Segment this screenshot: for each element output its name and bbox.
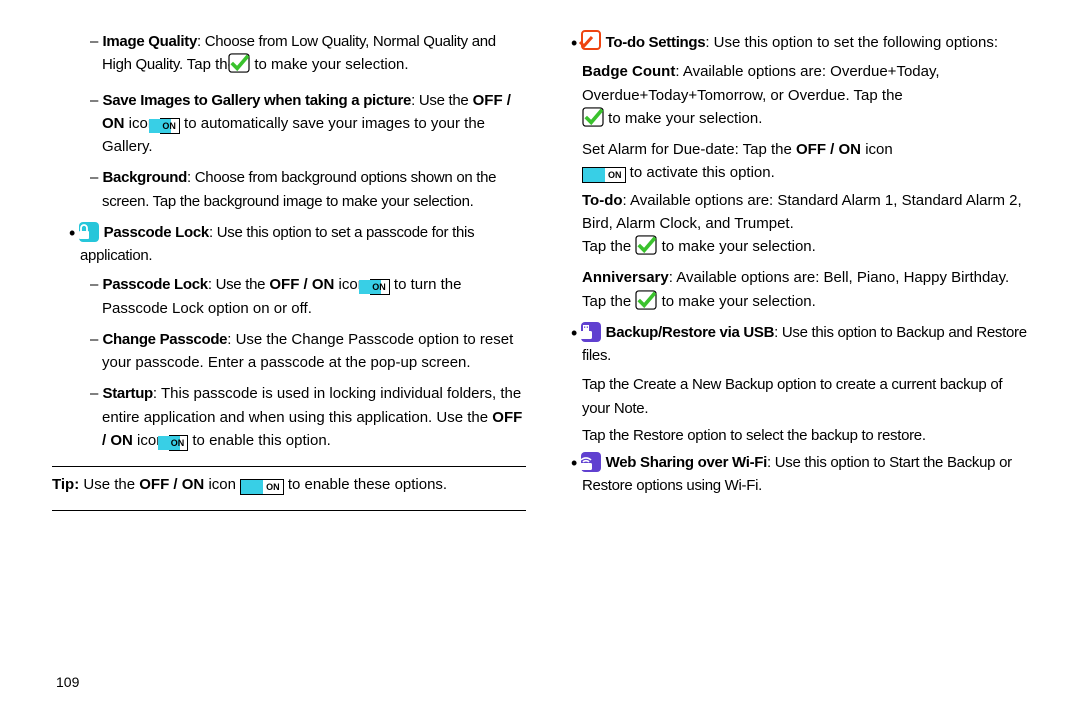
divider — [52, 510, 526, 511]
item-background: – Background: Choose from background opt… — [52, 166, 526, 213]
text: icon — [865, 141, 893, 158]
item-todo-settings: • To-do Settings: Use this option to set… — [554, 30, 1028, 54]
divider — [52, 466, 526, 467]
item-todo-alarm: To-do: Available options are: Standard A… — [554, 189, 1028, 263]
checkmark-icon — [582, 107, 604, 134]
item-change-passcode: – Change Passcode: Use the Change Passco… — [52, 328, 526, 375]
text: to make your selection. — [662, 293, 816, 310]
item-web-sharing: • Web Sharing over Wi-Fi: Use this optio… — [554, 451, 1028, 498]
text: Tap the — [854, 87, 903, 104]
text: Set Alarm for Due-date: Tap the — [582, 141, 792, 158]
text: Use the — [436, 409, 488, 426]
item-passcode-lock-toggle: – Passcode Lock: Use the OFF / ON icon O… — [52, 273, 526, 320]
checkmark-icon — [240, 53, 250, 80]
checkmark-icon — [635, 290, 657, 317]
item-anniversary: Anniversary: Available options are: Bell… — [554, 266, 1028, 317]
item-image-quality: – Image Quality: Choose from Low Quality… — [52, 30, 526, 81]
off-on-label: OFF / ON — [269, 276, 334, 293]
on-toggle-icon: ON — [582, 167, 626, 183]
label: Save Images to Gallery when taking a pic… — [103, 92, 412, 109]
item-passcode-lock: • Passcode Lock: Use this option to set … — [52, 221, 526, 268]
label: Passcode Lock — [103, 276, 208, 293]
on-toggle-icon: ON — [169, 435, 189, 451]
label: Passcode Lock — [104, 224, 209, 241]
right-column: • To-do Settings: Use this option to set… — [540, 30, 1042, 700]
label: Change Passcode — [103, 331, 228, 348]
tip-line: Tip: Use the OFF / ON icon ON to enable … — [52, 473, 526, 496]
text: Tap the — [582, 293, 631, 310]
left-column: – Image Quality: Choose from Low Quality… — [38, 30, 540, 700]
text: Tap the — [582, 238, 631, 255]
manual-page: – Image Quality: Choose from Low Quality… — [0, 0, 1080, 720]
label: Startup — [103, 385, 153, 402]
item-set-alarm: Set Alarm for Due-date: Tap the OFF / ON… — [554, 138, 1028, 185]
lock-icon — [79, 222, 99, 242]
text: : Use this option to set the following o… — [705, 34, 998, 51]
checkmark-icon — [635, 235, 657, 262]
label: Background — [103, 169, 188, 186]
text: : Available options are: Standard Alarm … — [582, 192, 1022, 232]
label: To-do — [582, 192, 623, 209]
label: To-do Settings — [606, 34, 706, 51]
text: : Use the — [411, 92, 468, 109]
text: to enable these options. — [288, 476, 447, 493]
label: Backup/Restore via USB — [606, 324, 774, 341]
wifi-icon — [581, 452, 601, 472]
item-badge-count: Badge Count: Available options are: Over… — [554, 60, 1028, 134]
usb-icon — [581, 322, 601, 342]
item-startup: – Startup: This passcode is used in lock… — [52, 382, 526, 452]
text: to make your selection. — [254, 56, 408, 73]
text: Use the — [83, 476, 135, 493]
text: : Available options are: Bell, Piano, Ha… — [669, 269, 1009, 286]
text: to make your selection. — [608, 110, 762, 127]
on-toggle-icon: ON — [370, 279, 390, 295]
text: to enable this option. — [192, 432, 330, 449]
text: icon — [208, 476, 236, 493]
text: Tap the Create a New Backup option to cr… — [554, 373, 1028, 420]
text: to activate this option. — [630, 164, 775, 181]
text: Tap the Restore option to select the bac… — [554, 424, 1028, 447]
off-on-label: OFF / ON — [139, 476, 204, 493]
item-save-images: – Save Images to Gallery when taking a p… — [52, 89, 526, 159]
on-toggle-icon: ON — [160, 118, 180, 134]
text: to make your selection. — [662, 238, 816, 255]
tip-label: Tip: — [52, 476, 79, 493]
on-toggle-icon: ON — [240, 479, 284, 495]
label: Image Quality — [103, 33, 197, 50]
label: Web Sharing over Wi-Fi — [606, 454, 767, 471]
todo-icon — [581, 30, 601, 50]
page-number: 109 — [56, 674, 79, 690]
text: : Use the — [208, 276, 265, 293]
label: Badge Count — [582, 63, 675, 80]
off-on-label: OFF / ON — [796, 141, 861, 158]
item-backup-restore: • Backup/Restore via USB: Use this optio… — [554, 321, 1028, 368]
label: Anniversary — [582, 269, 669, 286]
